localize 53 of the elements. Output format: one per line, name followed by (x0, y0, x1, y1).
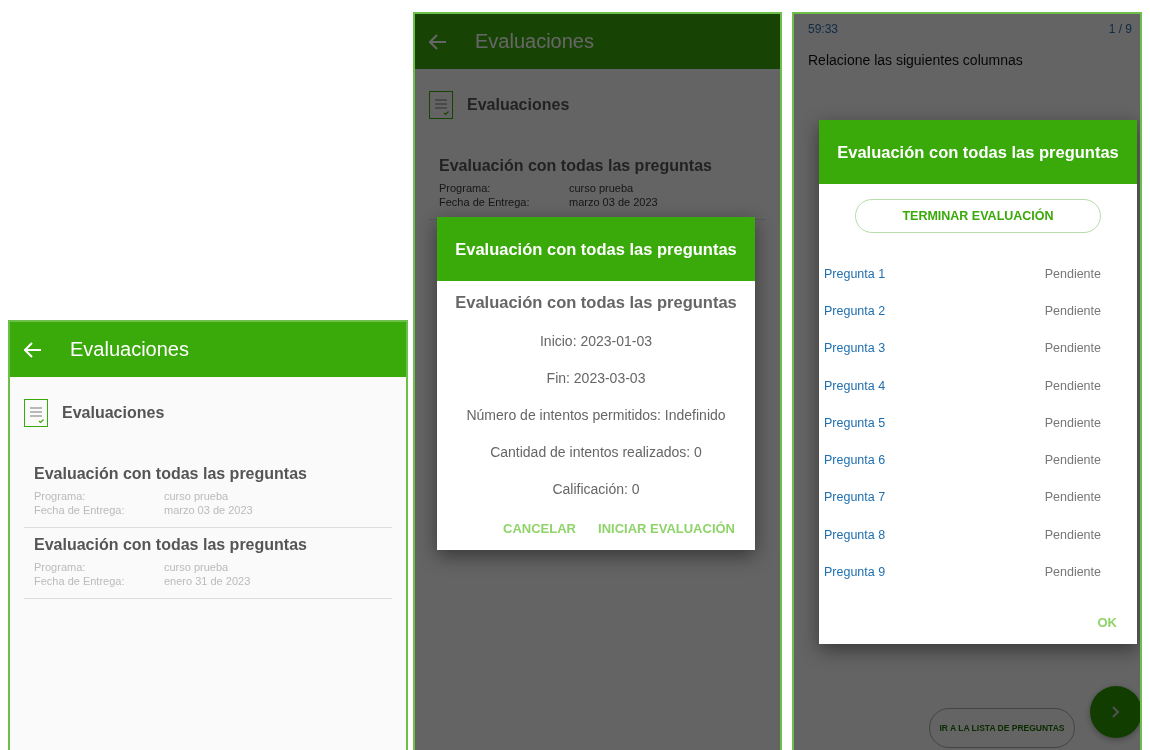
field-value: enero 31 de 2023 (164, 574, 251, 588)
field-label: Programa: (34, 489, 87, 503)
field-label: Programa: (34, 560, 87, 574)
question-status: Pendiente (1044, 490, 1101, 505)
next-button[interactable] (1090, 686, 1140, 738)
question-link[interactable]: Pregunta 7 (824, 490, 886, 505)
evaluation-title: Evaluación con todas las preguntas (34, 536, 308, 554)
field-label: Fecha de Entrega: (34, 574, 126, 588)
question-status: Pendiente (1044, 303, 1101, 318)
timer: 59:33 (808, 22, 839, 36)
evaluation-title: Evaluación con todas las preguntas (34, 465, 308, 483)
checklist-icon (24, 399, 48, 427)
field-value: marzo 03 de 2023 (164, 503, 253, 517)
question-link[interactable]: Pregunta 1 (824, 266, 886, 281)
question-link[interactable]: Pregunta 6 (824, 453, 886, 468)
question-status: Pendiente (1044, 378, 1101, 393)
question-status: Pendiente (1044, 453, 1101, 468)
app-bar-title: Evaluaciones (475, 30, 594, 53)
back-arrow-icon[interactable] (429, 33, 447, 50)
field-value: marzo 03 de 2023 (569, 195, 658, 209)
app-bar-title: Evaluaciones (70, 338, 189, 361)
field-label: Fecha de Entrega: (439, 195, 531, 209)
finish-button[interactable]: TERMINAR EVALUACIÓN (855, 199, 1101, 233)
question-prompt: Relacione las siguientes columnas (807, 51, 1024, 68)
question-counter: 1 / 9 (1108, 22, 1132, 36)
dialog-detail-text: Número de intentos permitidos: Indefinido (465, 407, 727, 423)
question-link[interactable]: Pregunta 5 (824, 415, 886, 430)
checklist-icon (429, 91, 453, 119)
question-link[interactable]: Pregunta 4 (824, 378, 886, 393)
dialog-heading: Evaluación con todas las preguntas (454, 293, 738, 312)
field-label: Fecha de Entrega: (34, 503, 126, 517)
dialog-detail-text: Inicio: 2023-01-03 (538, 333, 654, 349)
question-link[interactable]: Pregunta 3 (824, 341, 886, 356)
chevron-right-icon (1112, 706, 1120, 718)
dialog-detail-text: Cantidad de intentos realizados: 0 (489, 444, 703, 460)
field-value: curso prueba (569, 181, 634, 195)
dialog-detail-text: Calificación: 0 (551, 481, 641, 497)
section-title: Evaluaciones (62, 404, 165, 422)
section-title: Evaluaciones (467, 96, 570, 114)
question-status: Pendiente (1044, 266, 1101, 281)
evaluation-title: Evaluación con todas las preguntas (439, 157, 713, 175)
question-link[interactable]: Pregunta 8 (824, 527, 886, 542)
field-label: Programa: (439, 181, 492, 195)
question-status: Pendiente (1044, 341, 1101, 356)
question-status: Pendiente (1044, 565, 1101, 579)
question-link[interactable]: Pregunta 2 (824, 303, 886, 318)
back-arrow-icon[interactable] (24, 341, 42, 358)
question-status: Pendiente (1044, 527, 1101, 542)
dialog-title: Evaluación con todas las preguntas (819, 120, 1137, 184)
dialog-detail-text: Fin: 2023-03-03 (545, 370, 647, 386)
question-status: Pendiente (1044, 415, 1101, 430)
dialog-title: Evaluación con todas las preguntas (437, 217, 755, 281)
question-link[interactable]: Pregunta 9 (824, 565, 886, 579)
